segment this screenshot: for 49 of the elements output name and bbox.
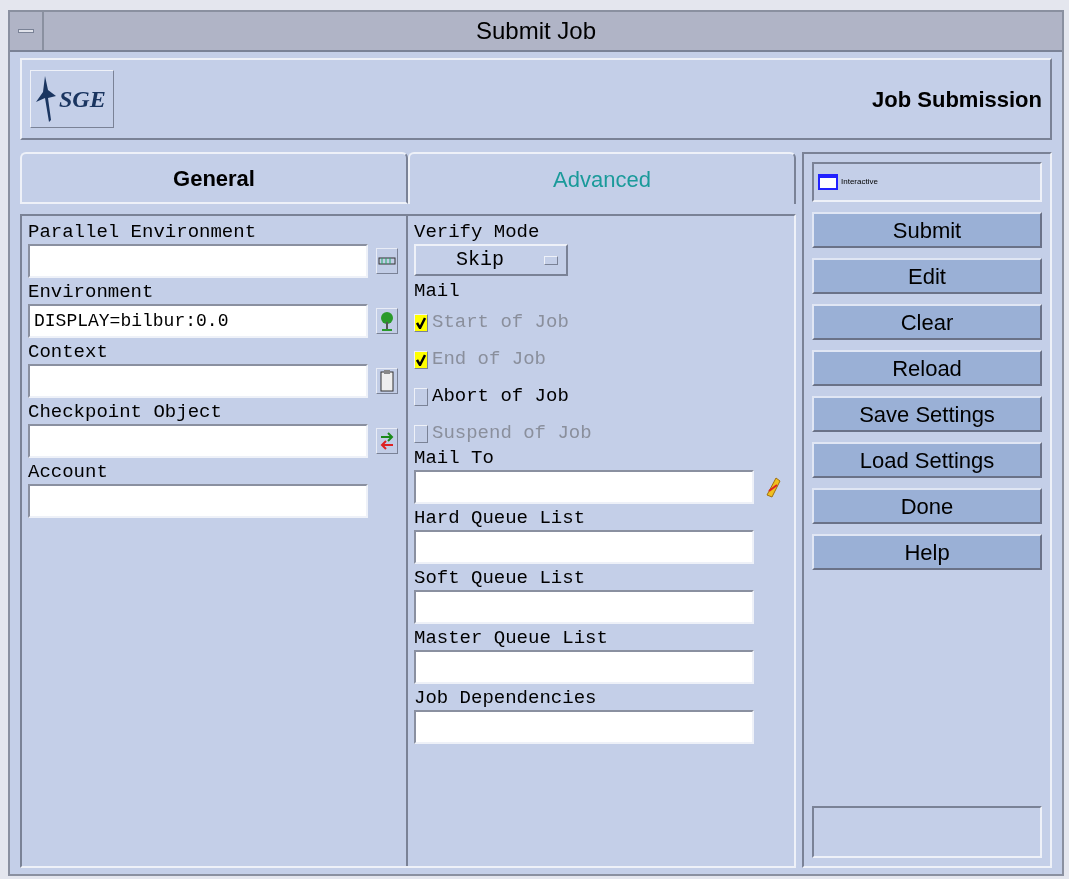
- field-label: Soft Queue List: [414, 566, 587, 590]
- field-label: Job Dependencies: [414, 686, 598, 710]
- action-button[interactable]: Load Settings: [812, 442, 1042, 478]
- action-button[interactable]: Reload: [812, 350, 1042, 386]
- action-button[interactable]: Help: [812, 534, 1042, 570]
- verify-mode-dropdown[interactable]: Skip: [414, 244, 568, 276]
- action-button[interactable]: Save Settings: [812, 396, 1042, 432]
- clipboard-icon[interactable]: [376, 368, 398, 394]
- text-field[interactable]: [28, 424, 368, 458]
- checkbox-label: Start of Job: [432, 310, 569, 336]
- field-label: Hard Queue List: [414, 506, 587, 530]
- job-type-label: Interactive: [841, 176, 878, 188]
- action-button[interactable]: Done: [812, 488, 1042, 524]
- mail-label: Mail: [414, 279, 461, 304]
- text-field[interactable]: DISPLAY=bilbur:0.0: [28, 304, 368, 338]
- checkbox-label: End of Job: [432, 347, 547, 373]
- header-title: Job Submission: [872, 85, 1042, 114]
- field-label: Environment: [28, 280, 155, 304]
- swap-arrows-icon[interactable]: [376, 428, 398, 454]
- verify-mode-label: Verify Mode: [414, 220, 541, 244]
- field-label: Master Queue List: [414, 626, 609, 650]
- tab[interactable]: General: [20, 152, 408, 204]
- connector-icon[interactable]: [376, 248, 398, 274]
- dropdown-indicator-icon: [544, 255, 558, 265]
- checkbox-label: Abort of Job: [432, 384, 569, 410]
- text-field[interactable]: [28, 244, 368, 278]
- text-field[interactable]: [28, 484, 368, 518]
- checkmark-icon: [416, 316, 426, 329]
- window-title: Submit Job: [475, 16, 597, 46]
- checkbox-label: Suspend of Job: [432, 421, 592, 447]
- text-field[interactable]: [414, 530, 754, 564]
- text-field[interactable]: [414, 710, 754, 744]
- field-label: Checkpoint Object: [28, 400, 223, 424]
- text-field[interactable]: [414, 590, 754, 624]
- window-icon: [818, 174, 838, 190]
- field-label: Mail To: [414, 446, 495, 470]
- text-field[interactable]: [28, 364, 368, 398]
- action-button[interactable]: Submit: [812, 212, 1042, 248]
- logo-text: SGE: [59, 85, 106, 114]
- action-button[interactable]: Edit: [812, 258, 1042, 294]
- action-button[interactable]: Clear: [812, 304, 1042, 340]
- checkbox[interactable]: [414, 387, 428, 406]
- field-label: Context: [28, 340, 109, 364]
- checkmark-icon: [416, 353, 426, 366]
- text-field[interactable]: [414, 470, 754, 504]
- text-field[interactable]: [414, 650, 754, 684]
- field-label: Account: [28, 460, 109, 484]
- tree-icon[interactable]: [376, 308, 398, 334]
- field-label: Parallel Environment: [28, 220, 258, 244]
